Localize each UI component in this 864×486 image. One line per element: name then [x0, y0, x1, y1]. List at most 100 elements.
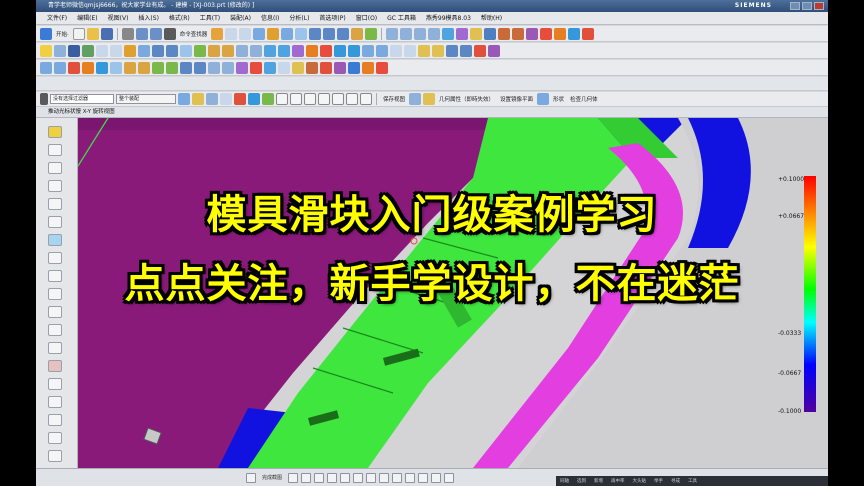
datum-plane-icon[interactable]	[54, 44, 66, 57]
point-icon[interactable]	[392, 472, 403, 483]
standard-part-icon[interactable]	[348, 61, 360, 74]
taskbar-item[interactable]: 寻成	[667, 478, 684, 484]
check-geometry-button[interactable]: 检查几何体	[568, 95, 600, 103]
tool-slash-icon[interactable]	[48, 162, 62, 174]
wire-cut-icon[interactable]	[320, 61, 332, 74]
tool-assembly-icon[interactable]	[48, 126, 62, 138]
geometry-props-button[interactable]: 几何属性（即時失效）	[437, 95, 496, 103]
shaded-icon[interactable]	[442, 27, 455, 40]
polygon-icon[interactable]	[110, 61, 122, 74]
select-face-icon[interactable]	[192, 93, 204, 105]
split-body-icon[interactable]	[236, 44, 248, 57]
start-button[interactable]: 开始·	[54, 30, 71, 38]
close-button[interactable]	[814, 2, 824, 10]
red-tool-icon[interactable]	[474, 44, 486, 57]
snap-slash-icon[interactable]	[346, 93, 358, 105]
taskbar-item[interactable]: 选到	[573, 478, 590, 484]
sew-icon[interactable]	[250, 44, 262, 57]
folder-icon[interactable]	[40, 44, 52, 57]
view-orient-icon[interactable]	[409, 93, 422, 105]
tool-target-icon[interactable]	[48, 360, 62, 372]
helix-icon[interactable]	[250, 61, 262, 74]
pattern-icon[interactable]	[208, 44, 220, 57]
cylinder-icon[interactable]	[110, 44, 122, 57]
circle-icon[interactable]	[327, 472, 338, 483]
menu-view[interactable]: 视图(V)	[103, 12, 134, 24]
spline-icon[interactable]	[379, 472, 390, 483]
trim-icon[interactable]	[418, 472, 429, 483]
undo-icon[interactable]	[135, 27, 148, 40]
menu-yanxiu-mold[interactable]: 燕秀99模具8.03	[421, 12, 476, 24]
revolve-icon[interactable]	[239, 27, 252, 40]
menu-format[interactable]: 格式(R)	[164, 12, 195, 24]
sphere-icon[interactable]	[138, 44, 150, 57]
through-curves-icon[interactable]	[264, 44, 276, 57]
electrode-icon[interactable]	[306, 61, 318, 74]
divide-curve-icon[interactable]	[222, 61, 234, 74]
mirror-icon[interactable]	[222, 44, 234, 57]
select-body-icon[interactable]	[220, 93, 232, 105]
measure-distance-icon[interactable]	[418, 44, 430, 57]
tool-pin-icon[interactable]	[48, 378, 62, 390]
new-file-icon[interactable]	[72, 27, 85, 40]
line-icon[interactable]	[40, 61, 52, 74]
measure-angle-icon[interactable]	[432, 44, 444, 57]
menu-insert[interactable]: 插入(S)	[133, 12, 164, 24]
cut-icon[interactable]	[121, 27, 134, 40]
cone-icon[interactable]	[124, 44, 136, 57]
boss-icon[interactable]	[180, 44, 192, 57]
pan-icon[interactable]	[428, 27, 441, 40]
block-icon[interactable]	[96, 44, 108, 57]
resize-face-icon[interactable]	[404, 44, 416, 57]
pocket-icon[interactable]	[166, 44, 178, 57]
save-view-button[interactable]: 保存视图	[381, 95, 407, 103]
trim-body-icon[interactable]	[351, 27, 364, 40]
x-icon[interactable]	[376, 61, 388, 74]
zoom-icon[interactable]	[400, 27, 413, 40]
offset-curve-icon[interactable]	[138, 61, 150, 74]
trim-sheet-icon[interactable]	[446, 44, 458, 57]
rectangle-icon[interactable]	[353, 472, 364, 483]
extrude-icon[interactable]	[225, 27, 238, 40]
intersect-curve-icon[interactable]	[166, 61, 178, 74]
unite-icon[interactable]	[309, 27, 322, 40]
menu-info[interactable]: 信息(I)	[256, 12, 284, 24]
menu-help[interactable]: 帮助(H)	[476, 12, 507, 24]
select-feature-icon[interactable]	[178, 93, 190, 105]
snap-plus-icon[interactable]	[332, 93, 344, 105]
snap-curve-icon[interactable]	[304, 93, 316, 105]
intersect-icon[interactable]	[337, 27, 350, 40]
shape-icon[interactable]	[537, 93, 550, 105]
join-curve-icon[interactable]	[194, 61, 206, 74]
extract-curve-icon[interactable]	[264, 61, 276, 74]
snap-mid-icon[interactable]	[248, 93, 260, 105]
replace-face-icon[interactable]	[362, 44, 374, 57]
purple-tool-icon[interactable]	[488, 44, 500, 57]
patch-icon[interactable]	[320, 44, 332, 57]
mirror-plane-button[interactable]: 设置镜像平面	[498, 95, 535, 103]
tool-clock-icon[interactable]	[48, 432, 62, 444]
render-style-icon[interactable]	[456, 27, 469, 40]
save-icon[interactable]	[100, 27, 113, 40]
wcs-icon[interactable]	[484, 27, 497, 40]
tool-line-icon[interactable]	[48, 144, 62, 156]
rotate-view-icon[interactable]	[414, 27, 427, 40]
arc-icon[interactable]	[314, 472, 325, 483]
menu-assembly[interactable]: 装配(A)	[225, 12, 256, 24]
maximize-button[interactable]	[802, 2, 812, 10]
tool-wheel-icon[interactable]	[48, 450, 62, 462]
edit-curve-icon[interactable]	[278, 61, 290, 74]
binoculars-icon[interactable]	[163, 27, 176, 40]
parting-icon[interactable]	[568, 27, 581, 40]
delete-face-icon[interactable]	[376, 44, 388, 57]
offset-face-icon[interactable]	[365, 27, 378, 40]
sketch-curve-icon[interactable]	[288, 472, 299, 483]
layer-icon[interactable]	[470, 27, 483, 40]
tool-rule-icon[interactable]	[48, 396, 62, 408]
slider-icon[interactable]	[526, 27, 539, 40]
offset-icon[interactable]	[405, 472, 416, 483]
point-icon[interactable]	[82, 44, 94, 57]
ejector-icon[interactable]	[540, 27, 553, 40]
snap-angle-icon[interactable]	[290, 93, 302, 105]
mold-tool-icon[interactable]	[498, 27, 511, 40]
